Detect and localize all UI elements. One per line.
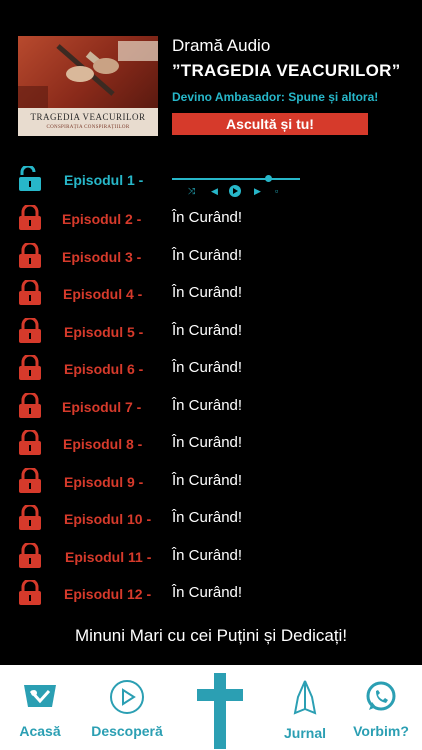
episode-label[interactable]: Episodul 12 -	[64, 586, 151, 602]
coming-soon-label: În Curând!	[172, 397, 243, 414]
play-icon[interactable]	[229, 185, 241, 197]
episode-row[interactable]: Episodul 8 - În Curând!	[0, 427, 422, 463]
whatsapp-icon	[366, 681, 396, 711]
coming-soon-label: În Curând!	[172, 284, 243, 301]
locked-lock-icon	[19, 318, 41, 343]
previous-icon[interactable]: ◀	[211, 186, 218, 197]
tab-home[interactable]: Acasă	[4, 665, 76, 750]
tab-chat[interactable]: Vorbim?	[344, 665, 418, 750]
locked-lock-icon	[19, 543, 41, 568]
episode-label[interactable]: Episodul 6 -	[64, 361, 143, 377]
episode-row[interactable]: Episodul 12 - În Curând!	[0, 577, 422, 613]
coming-soon-label: În Curând!	[172, 584, 243, 601]
category-label: Dramă Audio	[172, 36, 271, 55]
locked-lock-icon	[19, 243, 41, 268]
episode-label[interactable]: Episodul 3 -	[62, 249, 141, 265]
locked-lock-icon	[19, 430, 41, 455]
repeat-icon[interactable]: ▫	[275, 186, 278, 196]
next-icon[interactable]: ▶	[254, 186, 261, 197]
cover-artwork	[18, 36, 158, 108]
locked-lock-icon	[19, 505, 41, 530]
home-logo-icon	[24, 685, 56, 707]
locked-lock-icon	[19, 355, 41, 380]
listen-button[interactable]: Ascultă și tu!	[172, 113, 368, 135]
episode-label[interactable]: Episodul 5 -	[64, 324, 143, 340]
locked-lock-icon	[19, 468, 41, 493]
tab-label: Jurnal	[283, 725, 326, 741]
header: TRAGEDIA VEACURILOR CONSPIRAȚIA CONSPIRA…	[0, 0, 422, 150]
tab-label: Descoperă	[91, 723, 163, 739]
tab-cross[interactable]	[190, 665, 250, 750]
locked-lock-icon	[19, 393, 41, 418]
slogan: Minuni Mari cu cei Puțini și Dedicați!	[74, 626, 348, 645]
locked-lock-icon	[19, 280, 41, 305]
episode-row[interactable]: Episodul 10 - În Curând!	[0, 502, 422, 538]
locked-lock-icon	[19, 205, 41, 230]
episode-label[interactable]: Episodul 7 -	[62, 399, 141, 415]
tab-discover[interactable]: Descoperă	[82, 665, 172, 750]
bottom-tab-bar: Acasă Descoperă Jurnal Vorbim?	[0, 665, 422, 750]
coming-soon-label: În Curând!	[172, 434, 243, 451]
tab-label: Acasă	[19, 723, 61, 739]
episode-label[interactable]: Episodul 11 -	[65, 549, 151, 565]
coming-soon-label: În Curând!	[172, 359, 243, 376]
cross-icon	[197, 673, 243, 749]
episode-label[interactable]: Episodul 1 -	[64, 172, 143, 188]
episode-row[interactable]: Episodul 5 - În Curând!	[0, 315, 422, 351]
drama-title: ”TRAGEDIA VEACURILOR”	[172, 61, 401, 80]
progress-thumb[interactable]	[264, 175, 272, 182]
progress-bar[interactable]	[172, 178, 300, 180]
episode-label[interactable]: Episodul 10 -	[64, 511, 151, 527]
coming-soon-label: În Curând!	[172, 472, 243, 489]
episode-label[interactable]: Episodul 9 -	[64, 474, 143, 490]
coming-soon-label: În Curând!	[172, 209, 243, 226]
episode-row[interactable]: Episodul 11 - În Curând!	[0, 540, 422, 576]
cover-title: TRAGEDIA VEACURILOR	[30, 112, 146, 122]
episode-row[interactable]: Episodul 3 - În Curând!	[0, 240, 422, 276]
ambassador-link[interactable]: Devino Ambasador: Spune și altora!	[172, 90, 378, 104]
audio-player[interactable]: ⤨ ◀ ▶ ▫	[170, 170, 302, 200]
episode-label[interactable]: Episodul 8 -	[63, 436, 142, 452]
coming-soon-label: În Curând!	[172, 509, 243, 526]
tab-label: Vorbim?	[353, 723, 409, 739]
praying-hands-icon	[293, 680, 317, 715]
cover-image[interactable]: TRAGEDIA VEACURILOR CONSPIRAȚIA CONSPIRA…	[18, 36, 158, 136]
coming-soon-label: În Curând!	[172, 247, 243, 264]
shuffle-icon[interactable]: ⤨	[188, 186, 195, 197]
episode-label[interactable]: Episodul 4 -	[63, 286, 142, 302]
episode-label[interactable]: Episodul 2 -	[62, 211, 141, 227]
coming-soon-label: În Curând!	[172, 547, 243, 564]
coming-soon-label: În Curând!	[172, 322, 243, 339]
unlocked-lock-icon	[19, 166, 41, 191]
episode-row[interactable]: Episodul 2 - În Curând!	[0, 202, 422, 238]
episode-row[interactable]: Episodul 6 - În Curând!	[0, 352, 422, 388]
episode-row[interactable]: Episodul 9 - În Curând!	[0, 465, 422, 501]
episode-row[interactable]: Episodul 4 - În Curând!	[0, 277, 422, 313]
play-circle-icon	[110, 680, 144, 714]
hands-sword-illustration	[18, 41, 158, 108]
tab-journal[interactable]: Jurnal	[270, 665, 340, 750]
cover-subtitle: CONSPIRAȚIA CONSPIRAȚIILOR	[46, 125, 130, 130]
locked-lock-icon	[19, 580, 41, 605]
episode-row[interactable]: Episodul 7 - În Curând!	[0, 390, 422, 426]
